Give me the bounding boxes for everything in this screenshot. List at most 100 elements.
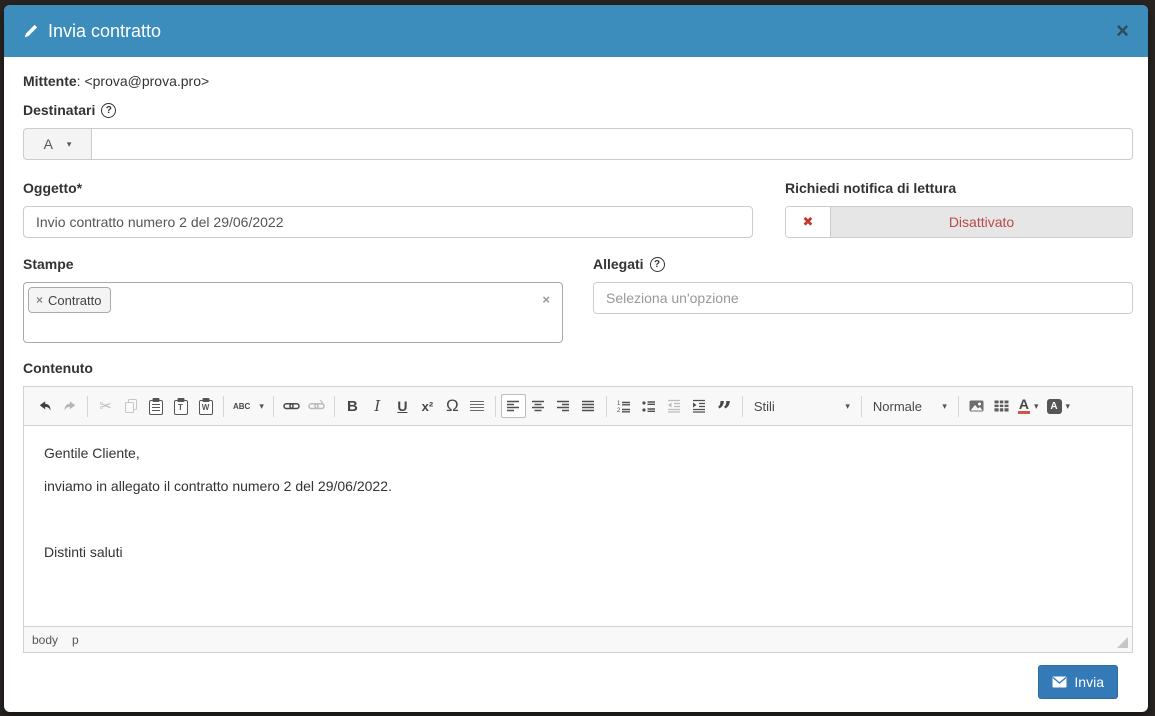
envelope-icon: [1052, 676, 1067, 688]
align-left-icon[interactable]: [500, 394, 526, 418]
prints-multiselect[interactable]: × Contratto ×: [23, 282, 563, 343]
blockquote-icon[interactable]: ”: [712, 394, 737, 425]
align-justify-icon[interactable]: [576, 394, 601, 418]
editor-paragraph: Distinti saluti: [44, 544, 123, 560]
modal-title-text: Invia contratto: [48, 20, 162, 41]
editor-path-bar: body p: [24, 626, 1132, 652]
sender-value: : <prova@prova.pro>: [76, 73, 210, 89]
editor-content[interactable]: Gentile Cliente, inviamo in allegato il …: [24, 426, 1132, 626]
recipients-group: A ▾: [23, 128, 1133, 160]
chevron-down-icon: ▾: [1034, 400, 1039, 411]
editor-paragraph: inviamo in allegato il contratto numero …: [44, 478, 392, 494]
svg-text:1: 1: [617, 401, 621, 407]
toolbar-separator: [741, 395, 743, 417]
superscript-icon[interactable]: x²: [415, 394, 440, 418]
align-center-icon[interactable]: [526, 394, 551, 418]
copy-icon[interactable]: [118, 394, 143, 418]
image-icon[interactable]: [964, 394, 989, 418]
toolbar-separator: [272, 395, 274, 417]
background-color-icon[interactable]: A ▾: [1043, 394, 1075, 418]
recipients-input[interactable]: [91, 128, 1133, 160]
paste-from-word-icon[interactable]: W: [193, 394, 218, 418]
sender-line: Mittente: <prova@prova.pro>: [23, 73, 1133, 89]
italic-icon[interactable]: I: [365, 394, 390, 418]
toolbar-separator: [605, 395, 607, 417]
pencil-icon: [23, 23, 39, 39]
spellcheck-icon[interactable]: ABC ✓ ▾: [229, 394, 1148, 712]
read-receipt-label: Richiedi notifica di lettura: [785, 180, 957, 196]
close-icon[interactable]: ×: [1116, 20, 1129, 42]
prints-label: Stampe: [23, 256, 74, 272]
editor-toolbar: ✂ T W ABC ✓ ▾ B I U x² Ω 1 2 ” Stili ▾ N…: [24, 387, 1148, 712]
format-dropdown[interactable]: Normale ▾: [867, 394, 953, 418]
styles-dropdown-label: Stili: [753, 398, 775, 414]
cut-icon[interactable]: ✂: [93, 394, 118, 418]
editor-paragraph: [44, 511, 1112, 528]
recipient-type-select[interactable]: A ▾: [23, 128, 91, 160]
link-icon[interactable]: [279, 394, 304, 418]
remove-tag-icon[interactable]: ×: [36, 293, 43, 307]
toggle-state-label[interactable]: Disattivato: [831, 207, 1132, 237]
chevron-down-icon: ▾: [66, 138, 72, 149]
recipient-type-value: A: [43, 136, 53, 152]
read-receipt-field: Richiedi notifica di lettura ✖ Disattiva…: [785, 178, 1133, 238]
content-label: Contenuto: [23, 360, 93, 376]
format-dropdown-label: Normale: [872, 398, 922, 414]
sender-label: Mittente: [23, 73, 77, 89]
modal-title: Invia contratto: [23, 21, 161, 42]
element-path-p[interactable]: p: [72, 633, 79, 647]
outdent-icon[interactable]: [662, 394, 687, 418]
svg-text:2: 2: [617, 408, 621, 414]
editor-paragraph: Gentile Cliente,: [44, 445, 140, 461]
toolbar-separator: [957, 395, 959, 417]
horizontal-rule-icon[interactable]: [465, 394, 490, 418]
toggle-off-icon[interactable]: ✖: [786, 207, 831, 237]
undo-icon[interactable]: [32, 394, 57, 418]
recipients-label: Destinatari ?: [23, 100, 1133, 121]
prints-tag-label: Contratto: [48, 292, 102, 308]
subject-field: Oggetto*: [23, 178, 753, 238]
bullet-list-icon[interactable]: [637, 394, 662, 418]
toolbar-separator: [333, 395, 335, 417]
chevron-down-icon: ▾: [845, 400, 850, 411]
numbered-list-icon[interactable]: 12: [612, 394, 637, 418]
clear-selection-icon[interactable]: ×: [542, 292, 550, 307]
help-icon[interactable]: ?: [649, 257, 665, 272]
bold-icon[interactable]: B: [340, 394, 365, 418]
align-right-icon[interactable]: [551, 394, 576, 418]
toolbar-separator: [223, 395, 224, 417]
attachments-label: Allegati ?: [593, 254, 1133, 275]
prints-tag: × Contratto: [28, 287, 111, 313]
subject-label: Oggetto*: [23, 180, 83, 196]
modal-header: Invia contratto ×: [4, 5, 1148, 57]
special-char-icon[interactable]: Ω: [440, 394, 465, 418]
modal-body: Mittente: <prova@prova.pro> Destinatari …: [4, 57, 1148, 712]
paste-as-text-icon[interactable]: T: [168, 394, 193, 418]
chevron-down-icon: ▾: [1065, 400, 1071, 411]
send-button[interactable]: Invia: [1038, 665, 1118, 699]
redo-icon[interactable]: [57, 394, 82, 418]
subject-input[interactable]: [23, 206, 753, 238]
paste-icon[interactable]: [143, 394, 168, 418]
element-path-body[interactable]: body: [32, 633, 58, 647]
send-button-label: Invia: [1074, 674, 1104, 690]
send-contract-modal: Invia contratto × Mittente: <prova@prova…: [4, 5, 1148, 712]
underline-icon[interactable]: U: [390, 394, 415, 418]
help-icon[interactable]: ?: [101, 103, 117, 118]
chevron-down-icon: ▾: [259, 400, 264, 411]
rich-text-editor: ✂ T W ABC ✓ ▾ B I U x² Ω 1 2 ” Stili ▾ N…: [23, 386, 1148, 712]
chevron-down-icon: ▾: [942, 400, 947, 411]
indent-icon[interactable]: [687, 394, 712, 418]
toolbar-separator: [860, 395, 862, 417]
table-icon[interactable]: [989, 394, 1014, 418]
attachments-input[interactable]: [593, 282, 1133, 314]
text-color-icon[interactable]: A ▾: [1014, 394, 1043, 418]
resize-handle[interactable]: [1117, 637, 1128, 648]
toolbar-separator: [494, 395, 496, 417]
styles-dropdown[interactable]: Stili ▾: [748, 394, 856, 418]
read-receipt-toggle[interactable]: ✖ Disattivato: [785, 206, 1133, 238]
unlink-icon[interactable]: [304, 394, 329, 418]
toolbar-separator: [87, 395, 88, 417]
attachments-field: Allegati ?: [593, 254, 1133, 343]
prints-field: Stampe × Contratto ×: [23, 254, 563, 343]
